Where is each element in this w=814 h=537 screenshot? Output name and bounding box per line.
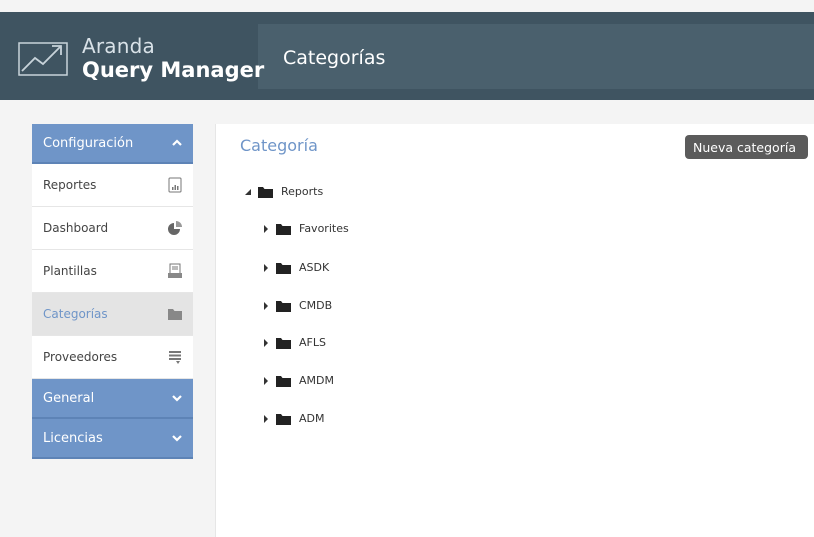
pie-chart-icon (168, 221, 182, 235)
main-content-panel: Categoría Nueva categoría Reports Favori… (215, 124, 814, 537)
caret-right-icon[interactable] (262, 414, 270, 423)
sidebar-item-categorias[interactable]: Categorías (32, 293, 193, 336)
tree-node-label: Reports (281, 185, 324, 198)
sidebar-section-licencias[interactable]: Licencias (32, 419, 193, 459)
sidebar-section-label: General (43, 390, 95, 406)
sidebar-section-label: Configuración (43, 135, 134, 151)
tree-node-root[interactable]: Reports (244, 185, 323, 198)
tree-node-label: ADM (299, 412, 325, 425)
tree-node[interactable]: AFLS (262, 336, 326, 349)
new-category-button[interactable]: Nueva categoría (685, 135, 808, 159)
chevron-down-icon (172, 435, 182, 442)
content-title: Categoría (240, 136, 318, 155)
sidebar-item-plantillas[interactable]: Plantillas (32, 250, 193, 293)
provider-icon (169, 351, 181, 364)
folder-icon (276, 262, 291, 274)
folder-icon (276, 337, 291, 349)
chevron-up-icon (172, 139, 182, 146)
template-icon (168, 263, 182, 278)
chart-logo-icon (18, 42, 68, 76)
sidebar-section-label: Licencias (43, 430, 103, 446)
caret-right-icon[interactable] (262, 263, 270, 272)
folder-icon (276, 223, 291, 235)
caret-right-icon[interactable] (262, 338, 270, 347)
sidebar-item-reportes[interactable]: Reportes (32, 164, 193, 207)
tree-node-label: CMDB (299, 299, 333, 312)
tree-node[interactable]: ASDK (262, 261, 329, 274)
folder-icon (168, 309, 182, 320)
sidebar-section-general[interactable]: General (32, 379, 193, 419)
page-title: Categorías (283, 47, 386, 69)
top-strip (0, 0, 814, 12)
caret-right-icon[interactable] (262, 301, 270, 310)
tree-node-label: ASDK (299, 261, 330, 274)
sidebar-item-label: Proveedores (43, 350, 118, 364)
sidebar: Configuración Reportes Dashboard Plantil… (32, 124, 193, 459)
tree-node[interactable]: ADM (262, 412, 325, 425)
tree-node-label: AFLS (299, 336, 326, 349)
tree-node[interactable]: CMDB (262, 299, 332, 312)
tree-node-label: AMDM (299, 374, 334, 387)
caret-right-icon[interactable] (262, 224, 270, 233)
sidebar-item-label: Dashboard (43, 221, 109, 235)
caret-expanded-icon[interactable] (244, 188, 252, 196)
chevron-down-icon (172, 395, 182, 402)
tree-node[interactable]: Favorites (262, 222, 349, 235)
tree-node[interactable]: AMDM (262, 374, 334, 387)
tree-node-label: Favorites (299, 222, 349, 235)
sidebar-item-dashboard[interactable]: Dashboard (32, 207, 193, 250)
brand-name-small: Aranda (82, 34, 155, 58)
folder-icon (276, 375, 291, 387)
folder-icon (276, 413, 291, 425)
brand-name-large: Query Manager (82, 58, 265, 82)
report-icon (168, 177, 182, 193)
sidebar-item-label: Reportes (43, 178, 97, 192)
caret-right-icon[interactable] (262, 376, 270, 385)
sidebar-section-configuracion[interactable]: Configuración (32, 124, 193, 164)
sidebar-item-proveedores[interactable]: Proveedores (32, 336, 193, 379)
sidebar-item-label: Categorías (43, 307, 108, 321)
folder-icon (258, 186, 273, 198)
sidebar-item-label: Plantillas (43, 264, 97, 278)
folder-icon (276, 300, 291, 312)
